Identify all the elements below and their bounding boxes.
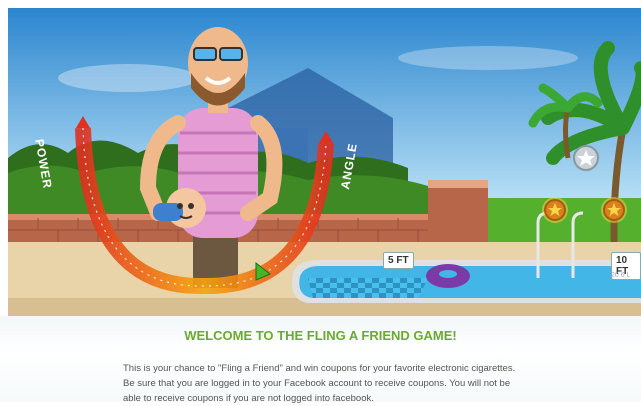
distance-sign-sub: 20 6 L — [611, 272, 631, 279]
gold-star-coin-icon — [601, 197, 627, 223]
intro-section: WELCOME TO THE FLING A FRIEND GAME! This… — [0, 316, 641, 404]
distance-sign-5ft: 5 FT — [383, 252, 414, 269]
intro-text: This is your chance to "Fling a Friend" … — [123, 363, 516, 404]
silver-star-coin-icon — [573, 145, 599, 171]
game-canvas[interactable] — [8, 8, 641, 316]
gold-star-coin-icon — [542, 197, 568, 223]
welcome-title: WELCOME TO THE FLING A FRIEND GAME! — [184, 328, 457, 343]
game-scene[interactable]: POWER ANGLE 5 FT 10 FT 20 6 L — [8, 8, 641, 316]
